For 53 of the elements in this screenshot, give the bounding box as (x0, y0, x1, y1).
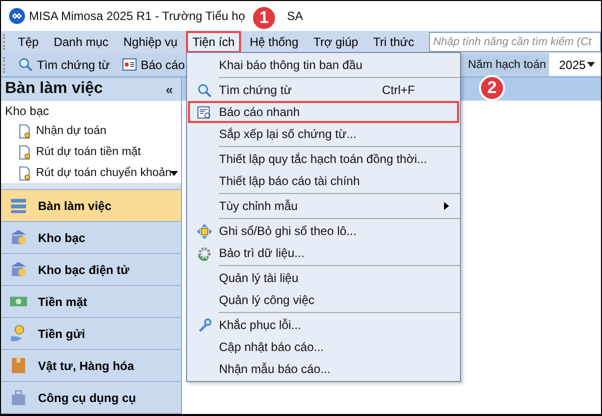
menu-entry[interactable]: Thiết lập báo cáo tài chính (188, 170, 459, 192)
menu-entry[interactable]: Sắp xếp lại số chứng từ... (188, 123, 459, 145)
menu-entry[interactable]: Tùy chỉnh mẫu (188, 195, 459, 217)
menu-item[interactable]: Tiện ích (186, 31, 241, 53)
section-label: Kho bạc (4, 102, 50, 120)
menu-entry[interactable]: Tìm chứng từ Ctrl+F (188, 79, 459, 101)
nav-item[interactable]: Bàn làm việc (1, 190, 181, 222)
menu-item[interactable]: Nghiệp vụ (117, 31, 184, 53)
menu-entry[interactable]: Nhận mẫu báo cáo... (188, 358, 459, 380)
step-badge: 1 (251, 5, 277, 31)
menu-entry[interactable]: Khắc phục lỗi... (188, 314, 459, 336)
gear-icon (197, 246, 212, 260)
year-dropdown[interactable]: 2025 (549, 53, 601, 76)
year-label: Năm hạch toán (465, 54, 549, 74)
menu-entry[interactable]: Khai báo thông tin ban đầu (188, 54, 459, 76)
search-icon (18, 57, 33, 72)
menu-entry[interactable]: Báo cáo nhanh (188, 101, 459, 123)
box-icon (9, 356, 28, 375)
menu-item[interactable]: Trợ giúp (307, 31, 364, 53)
menu-entry[interactable]: Cập nhật báo cáo... (188, 336, 459, 358)
report-search-icon (197, 104, 212, 120)
document-icon (17, 144, 32, 160)
caret-icon (587, 62, 595, 67)
scroll-down-icon[interactable] (170, 170, 178, 176)
document-icon (17, 166, 32, 181)
menu-item[interactable]: Danh mục (48, 31, 114, 53)
menu-item[interactable]: Tri thức (367, 31, 420, 53)
search-field[interactable]: Nhập tính năng cần tìm kiếm (Ct (429, 32, 601, 52)
bank-icon (9, 228, 28, 247)
find-voucher-button[interactable]: Tìm chứng từ (12, 57, 116, 72)
menu-entry[interactable]: Thiết lập quy tắc hạch toán đồng thời... (188, 148, 459, 170)
app-logo-icon (9, 8, 25, 24)
menu-entry[interactable]: Ghi sổ/Bỏ ghi sổ theo lô... (188, 220, 459, 242)
wrench-icon (197, 318, 212, 332)
task-link[interactable]: Rút dự toán tiền mặt (3, 142, 181, 163)
window-title: MISA Mimosa 2025 R1 - Trường Tiểu họ (29, 9, 245, 23)
menu-entry[interactable]: Quản lý tài liệu (188, 267, 459, 289)
menu-item[interactable]: Hệ thống (244, 31, 304, 53)
toolbox-icon (9, 388, 28, 407)
search-icon (197, 82, 212, 98)
bank-icon (9, 260, 28, 279)
menu-entry[interactable]: Quản lý công việc (188, 289, 459, 311)
collapse-button[interactable]: « (162, 82, 177, 97)
list-icon (9, 196, 28, 215)
document-icon (17, 124, 32, 139)
panel-title: Bàn làm việc (5, 80, 103, 98)
menu-entry[interactable]: Bảo trì dữ liệu... (188, 242, 459, 264)
menu-item[interactable]: Tệp (12, 31, 45, 53)
report-icon (122, 57, 137, 72)
task-link[interactable]: Nhận dự toán (3, 120, 181, 142)
task-link[interactable]: Rút dự toán chuyển khoản (3, 162, 181, 184)
window-title: SA (287, 9, 304, 23)
move-arrows-icon (197, 224, 212, 238)
